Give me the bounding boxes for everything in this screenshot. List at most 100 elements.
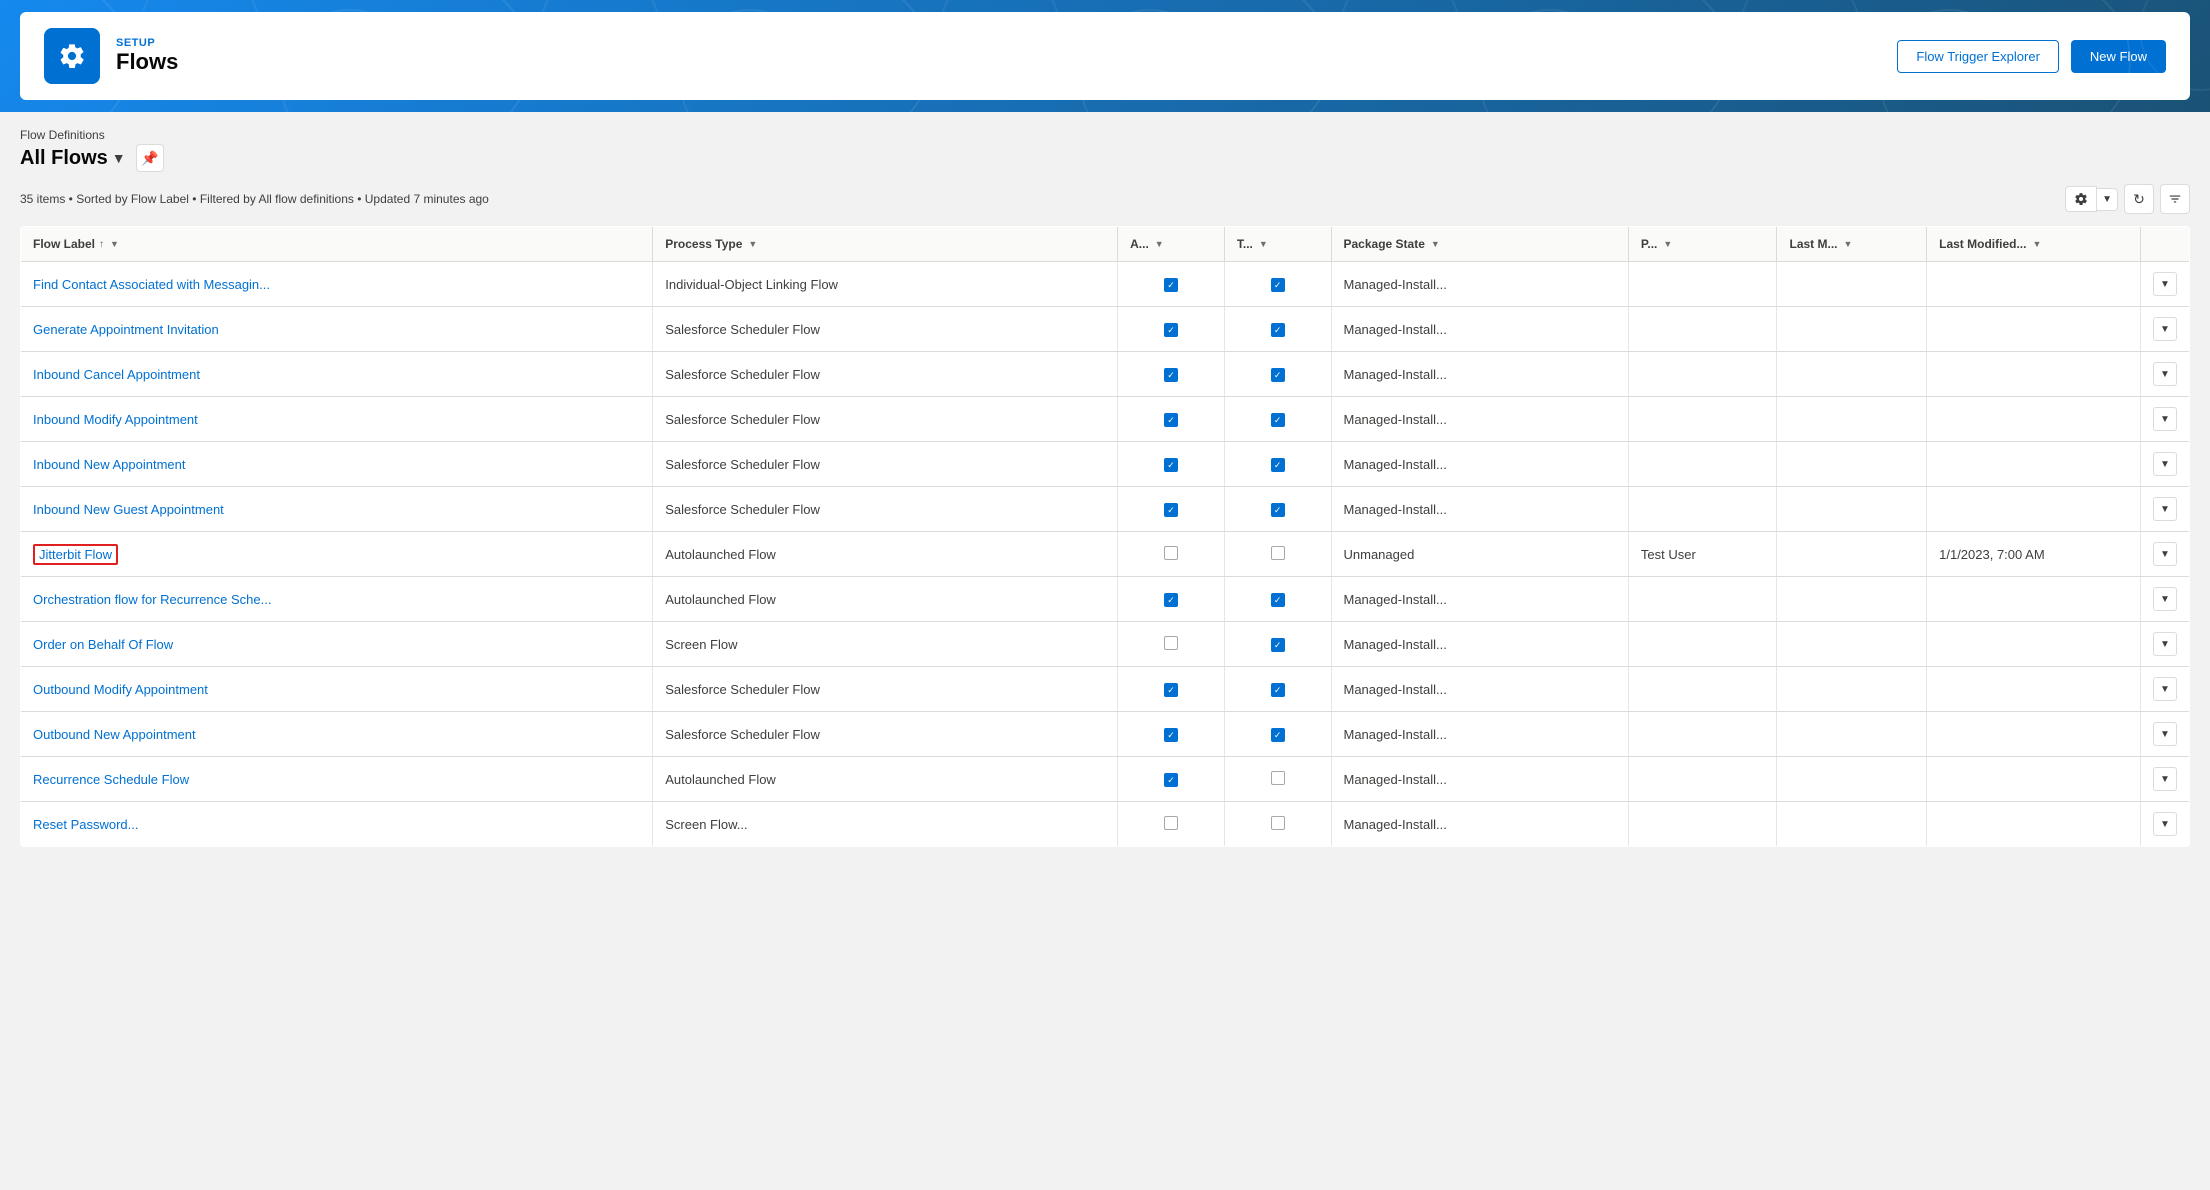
package-state-cell: Managed-Install... <box>1331 757 1628 802</box>
checkbox[interactable] <box>1164 728 1178 742</box>
pin-button[interactable]: 📌 <box>136 144 164 172</box>
checkbox[interactable] <box>1271 683 1285 697</box>
col-header-p[interactable]: P... ▼ <box>1628 227 1777 262</box>
settings-dropdown-arrow[interactable]: ▼ <box>2097 188 2118 211</box>
flow-label-link[interactable]: Outbound Modify Appointment <box>33 682 208 697</box>
last-modified-cell <box>1927 307 2141 352</box>
checkbox[interactable] <box>1271 458 1285 472</box>
last-modified-cell <box>1927 757 2141 802</box>
col-label-package-state: Package State <box>1344 237 1425 251</box>
flow-label-link[interactable]: Generate Appointment Invitation <box>33 322 219 337</box>
action-cell: ▼ <box>2140 712 2189 757</box>
checkbox[interactable] <box>1271 593 1285 607</box>
col-dropdown-process-type[interactable]: ▼ <box>748 239 757 249</box>
col-dropdown-package-state[interactable]: ▼ <box>1431 239 1440 249</box>
col-dropdown-active[interactable]: ▼ <box>1155 239 1164 249</box>
process-type-cell: Salesforce Scheduler Flow <box>653 667 1118 712</box>
col-dropdown-p[interactable]: ▼ <box>1663 239 1672 249</box>
row-action-button[interactable]: ▼ <box>2153 677 2177 701</box>
checkbox[interactable] <box>1164 503 1178 517</box>
checkbox[interactable] <box>1164 546 1178 560</box>
flow-label-cell: Jitterbit Flow <box>21 532 653 577</box>
settings-gear-button[interactable] <box>2065 186 2097 212</box>
template-cell <box>1224 712 1331 757</box>
last-m-cell <box>1777 757 1927 802</box>
checkbox[interactable] <box>1271 638 1285 652</box>
active-cell <box>1118 577 1225 622</box>
row-action-button[interactable]: ▼ <box>2153 362 2177 386</box>
filter-button[interactable] <box>2160 184 2190 214</box>
row-action-button[interactable]: ▼ <box>2153 497 2177 521</box>
col-dropdown-flow-label[interactable]: ▼ <box>110 239 119 249</box>
action-cell: ▼ <box>2140 262 2189 307</box>
flow-label-cell: Reset Password... <box>21 802 653 847</box>
col-dropdown-template[interactable]: ▼ <box>1259 239 1268 249</box>
flow-label-link[interactable]: Jitterbit Flow <box>39 547 112 562</box>
checkbox[interactable] <box>1164 773 1178 787</box>
row-action-button[interactable]: ▼ <box>2153 452 2177 476</box>
checkbox[interactable] <box>1271 278 1285 292</box>
row-action-button[interactable]: ▼ <box>2153 272 2177 296</box>
flow-label-link[interactable]: Order on Behalf Of Flow <box>33 637 173 652</box>
checkbox[interactable] <box>1271 413 1285 427</box>
flow-label-link[interactable]: Outbound New Appointment <box>33 727 196 742</box>
checkbox[interactable] <box>1164 458 1178 472</box>
col-header-last-modified[interactable]: Last Modified... ▼ <box>1927 227 2141 262</box>
col-dropdown-last-modified[interactable]: ▼ <box>2032 239 2041 249</box>
flow-label-link[interactable]: Recurrence Schedule Flow <box>33 772 189 787</box>
checkbox[interactable] <box>1271 503 1285 517</box>
checkbox[interactable] <box>1271 816 1285 830</box>
row-action-button[interactable]: ▼ <box>2153 587 2177 611</box>
checkbox[interactable] <box>1164 368 1178 382</box>
checkbox[interactable] <box>1164 278 1178 292</box>
flow-label-link[interactable]: Inbound New Guest Appointment <box>33 502 224 517</box>
flow-label-cell: Recurrence Schedule Flow <box>21 757 653 802</box>
checkbox[interactable] <box>1271 323 1285 337</box>
flow-label-link[interactable]: Reset Password... <box>33 817 139 832</box>
checkbox[interactable] <box>1271 771 1285 785</box>
flow-label-cell: Outbound New Appointment <box>21 712 653 757</box>
view-title: All Flows ▼ <box>20 147 126 170</box>
row-action-button[interactable]: ▼ <box>2153 542 2177 566</box>
col-header-template[interactable]: T... ▼ <box>1224 227 1331 262</box>
col-header-flow-label[interactable]: Flow Label ↑ ▼ <box>21 227 653 262</box>
view-dropdown-icon[interactable]: ▼ <box>112 150 126 166</box>
row-action-button[interactable]: ▼ <box>2153 767 2177 791</box>
flow-label-link[interactable]: Inbound New Appointment <box>33 457 186 472</box>
checkbox[interactable] <box>1271 546 1285 560</box>
last-m-cell <box>1777 397 1927 442</box>
row-action-button[interactable]: ▼ <box>2153 632 2177 656</box>
flow-label-link[interactable]: Inbound Modify Appointment <box>33 412 198 427</box>
checkbox[interactable] <box>1164 683 1178 697</box>
checkbox[interactable] <box>1164 816 1178 830</box>
row-action-button[interactable]: ▼ <box>2153 722 2177 746</box>
col-header-last-m[interactable]: Last M... ▼ <box>1777 227 1927 262</box>
flow-label-link[interactable]: Find Contact Associated with Messagin... <box>33 277 270 292</box>
new-flow-button[interactable]: New Flow <box>2071 40 2166 73</box>
process-type-cell: Autolaunched Flow <box>653 532 1118 577</box>
table-row: Orchestration flow for Recurrence Sche..… <box>21 577 2190 622</box>
row-action-button[interactable]: ▼ <box>2153 812 2177 836</box>
checkbox[interactable] <box>1164 593 1178 607</box>
template-cell <box>1224 397 1331 442</box>
checkbox[interactable] <box>1164 636 1178 650</box>
checkbox[interactable] <box>1164 323 1178 337</box>
refresh-button[interactable]: ↻ <box>2124 184 2154 214</box>
flow-trigger-explorer-button[interactable]: Flow Trigger Explorer <box>1897 40 2059 73</box>
flow-label-link[interactable]: Inbound Cancel Appointment <box>33 367 200 382</box>
row-action-button[interactable]: ▼ <box>2153 407 2177 431</box>
p-cell <box>1628 442 1777 487</box>
col-header-active[interactable]: A... ▼ <box>1118 227 1225 262</box>
flow-label-link[interactable]: Orchestration flow for Recurrence Sche..… <box>33 592 271 607</box>
flow-label-cell: Generate Appointment Invitation <box>21 307 653 352</box>
checkbox[interactable] <box>1164 413 1178 427</box>
col-header-package-state[interactable]: Package State ▼ <box>1331 227 1628 262</box>
col-dropdown-last-m[interactable]: ▼ <box>1844 239 1853 249</box>
row-action-button[interactable]: ▼ <box>2153 317 2177 341</box>
col-header-process-type[interactable]: Process Type ▼ <box>653 227 1118 262</box>
active-cell <box>1118 442 1225 487</box>
checkbox[interactable] <box>1271 368 1285 382</box>
action-cell: ▼ <box>2140 397 2189 442</box>
template-cell <box>1224 307 1331 352</box>
checkbox[interactable] <box>1271 728 1285 742</box>
